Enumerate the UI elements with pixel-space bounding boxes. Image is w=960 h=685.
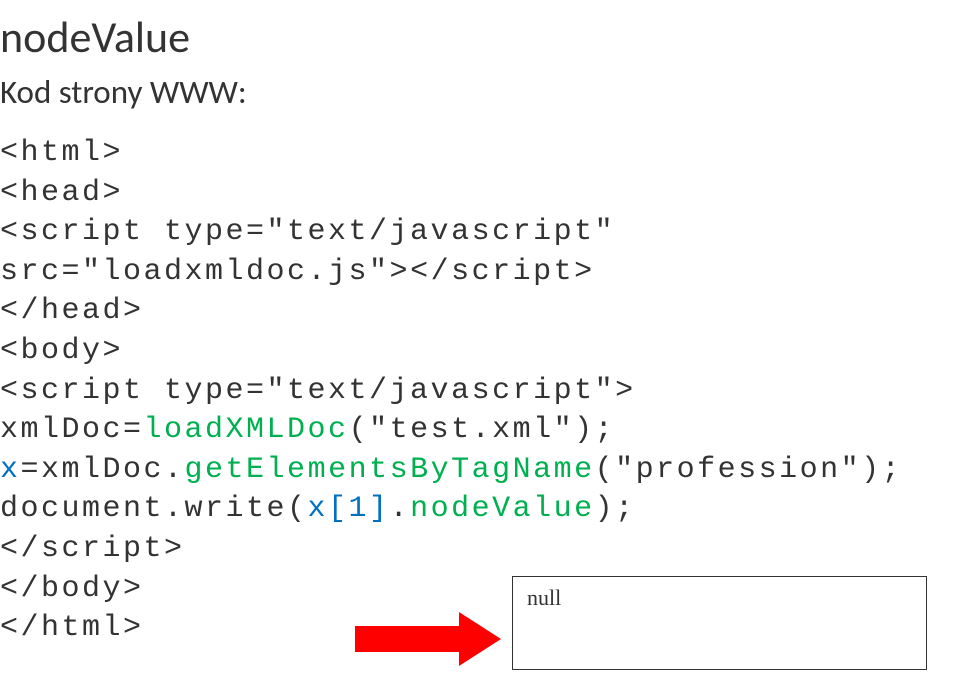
- output-box: null: [512, 576, 927, 670]
- code-line: <head>: [0, 174, 960, 214]
- code-property: nodeValue: [410, 492, 595, 526]
- code-line: document.write(x[1].nodeValue);: [0, 490, 960, 530]
- code-text: ("profession");: [595, 453, 903, 487]
- code-line: src="loadxmldoc.js"></script>: [0, 253, 960, 293]
- code-text: </script>: [410, 255, 595, 289]
- code-line: xmlDoc=loadXMLDoc("test.xml");: [0, 411, 960, 451]
- slide-title: nodeValue: [0, 10, 960, 64]
- code-text: xmlDoc=: [0, 413, 144, 447]
- code-line: </head>: [0, 292, 960, 332]
- code-line: <script type="text/javascript": [0, 213, 960, 253]
- code-text: );: [595, 492, 636, 526]
- code-line: x=xmlDoc.getElementsByTagName("professio…: [0, 451, 960, 491]
- code-text: =xmlDoc.: [21, 453, 185, 487]
- output-text: null: [527, 585, 912, 611]
- code-variable: x: [0, 453, 21, 487]
- code-text: .: [390, 492, 411, 526]
- code-variable: x[1]: [308, 492, 390, 526]
- code-text: document.write(: [0, 492, 308, 526]
- slide-subtitle: Kod strony WWW:: [0, 72, 960, 112]
- code-line: <html>: [0, 134, 960, 174]
- code-line: </script>: [0, 530, 960, 570]
- code-line: <script type="text/javascript">: [0, 372, 960, 412]
- arrow-icon: [355, 612, 501, 666]
- slide-content: nodeValue Kod strony WWW: <html> <head> …: [0, 0, 960, 649]
- code-text: <script type="text/javascript": [0, 215, 615, 249]
- code-text: src="loadxmldoc.js">: [0, 255, 410, 289]
- code-function: loadXMLDoc: [144, 413, 349, 447]
- code-line: <body>: [0, 332, 960, 372]
- code-text: ("test.xml");: [349, 413, 616, 447]
- code-block: <html> <head> <script type="text/javascr…: [0, 134, 960, 649]
- code-function: getElementsByTagName: [185, 453, 595, 487]
